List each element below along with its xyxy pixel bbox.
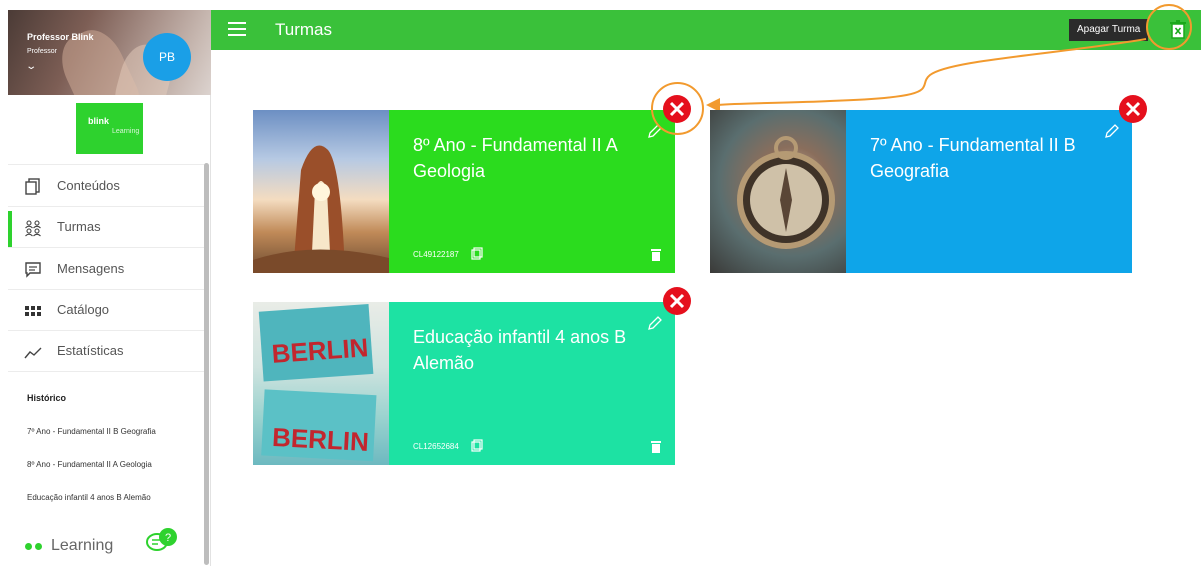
history-item[interactable]: Educação infantil 4 anos B Alemão (27, 493, 151, 502)
class-title: 7º Ano - Fundamental II B Geografia (870, 135, 1076, 181)
berlin-postcards-photo: BERLIN BERLIN (253, 302, 389, 465)
user-name: Professor Blink (27, 32, 94, 42)
class-card-body[interactable]: 7º Ano - Fundamental II B Geografia (846, 110, 1132, 273)
sidebar-item-catalogo[interactable]: Catálogo (8, 288, 206, 331)
copy-icon (25, 178, 40, 195)
sidebar-item-label: Turmas (57, 219, 101, 235)
delete-class-icon[interactable] (662, 286, 692, 316)
sidebar-item-estatisticas[interactable]: Estatísticas (8, 330, 206, 372)
profile-header[interactable]: Professor Blink Professor ⌄ PB (8, 10, 211, 95)
brand-logo[interactable]: blink Learning (76, 103, 143, 154)
sidebar-scrollbar[interactable] (204, 163, 209, 565)
class-card-body[interactable]: Educação infantil 4 anos B Alemão CL1265… (389, 302, 675, 465)
hamburger-menu-icon[interactable] (228, 22, 246, 36)
class-card-body[interactable]: 8º Ano - Fundamental II A Geologia CL491… (389, 110, 675, 273)
sidebar-item-label: Catálogo (57, 302, 110, 318)
edit-pencil-icon[interactable] (647, 315, 663, 331)
svg-text:?: ? (165, 532, 171, 544)
sidebar-item-turmas[interactable]: Turmas (8, 205, 206, 248)
svg-text:BERLIN: BERLIN (271, 422, 369, 457)
history-item[interactable]: 7º Ano - Fundamental II B Geografia (27, 427, 156, 436)
chat-help-icon[interactable]: ? (144, 527, 178, 553)
sidebar-item-label: Conteúdos (57, 177, 120, 193)
chevron-down-icon[interactable]: ⌄ (25, 61, 37, 72)
page-title: Turmas (275, 20, 332, 39)
sidebar: Professor Blink Professor ⌄ PB blink Lea… (8, 10, 211, 566)
edit-pencil-icon[interactable] (1104, 123, 1120, 139)
sidebar-item-mensagens[interactable]: Mensagens (8, 247, 206, 289)
brand-logo-secondary: Learning (112, 128, 140, 135)
message-icon (25, 262, 41, 278)
sidebar-nav: Conteúdos Turmas Mensagens Catálogo Esta… (8, 164, 206, 372)
highlight-ring (651, 82, 704, 135)
compass-photo (710, 110, 846, 273)
footer-logo: Learning (25, 537, 113, 555)
class-title: Educação infantil 4 anos B Alemão (413, 327, 627, 373)
sidebar-item-label: Estatísticas (57, 343, 124, 359)
chart-icon (24, 347, 42, 359)
class-card[interactable]: 8º Ano - Fundamental II A Geologia CL491… (253, 110, 675, 273)
class-code: CL12652684 (413, 442, 459, 451)
class-title: 8º Ano - Fundamental II A Geologia (413, 135, 617, 181)
annotation-arrow (706, 38, 1147, 112)
class-code: CL49122187 (413, 250, 459, 259)
user-role: Professor (27, 48, 57, 55)
grid-icon (25, 305, 41, 316)
rock-arch-photo (253, 110, 389, 273)
class-card[interactable]: BERLIN BERLIN Educação infantil 4 anos B… (253, 302, 675, 465)
trash-icon[interactable] (650, 247, 662, 261)
copy-code-icon[interactable] (471, 247, 483, 260)
history-title: Histórico (27, 393, 67, 403)
sidebar-item-conteudos[interactable]: Conteúdos (8, 164, 206, 206)
trash-icon[interactable] (650, 439, 662, 453)
history-item[interactable]: 8º Ano - Fundamental II A Geologia (27, 460, 152, 469)
footer-brand: Learning (51, 537, 114, 554)
people-icon (25, 219, 41, 236)
delete-class-icon[interactable] (1118, 94, 1148, 124)
copy-code-icon[interactable] (471, 439, 483, 452)
avatar[interactable]: PB (143, 33, 191, 81)
sidebar-item-label: Mensagens (57, 260, 125, 276)
brand-logo-primary: blink (88, 116, 110, 126)
class-card[interactable]: 7º Ano - Fundamental II B Geografia (710, 110, 1132, 273)
